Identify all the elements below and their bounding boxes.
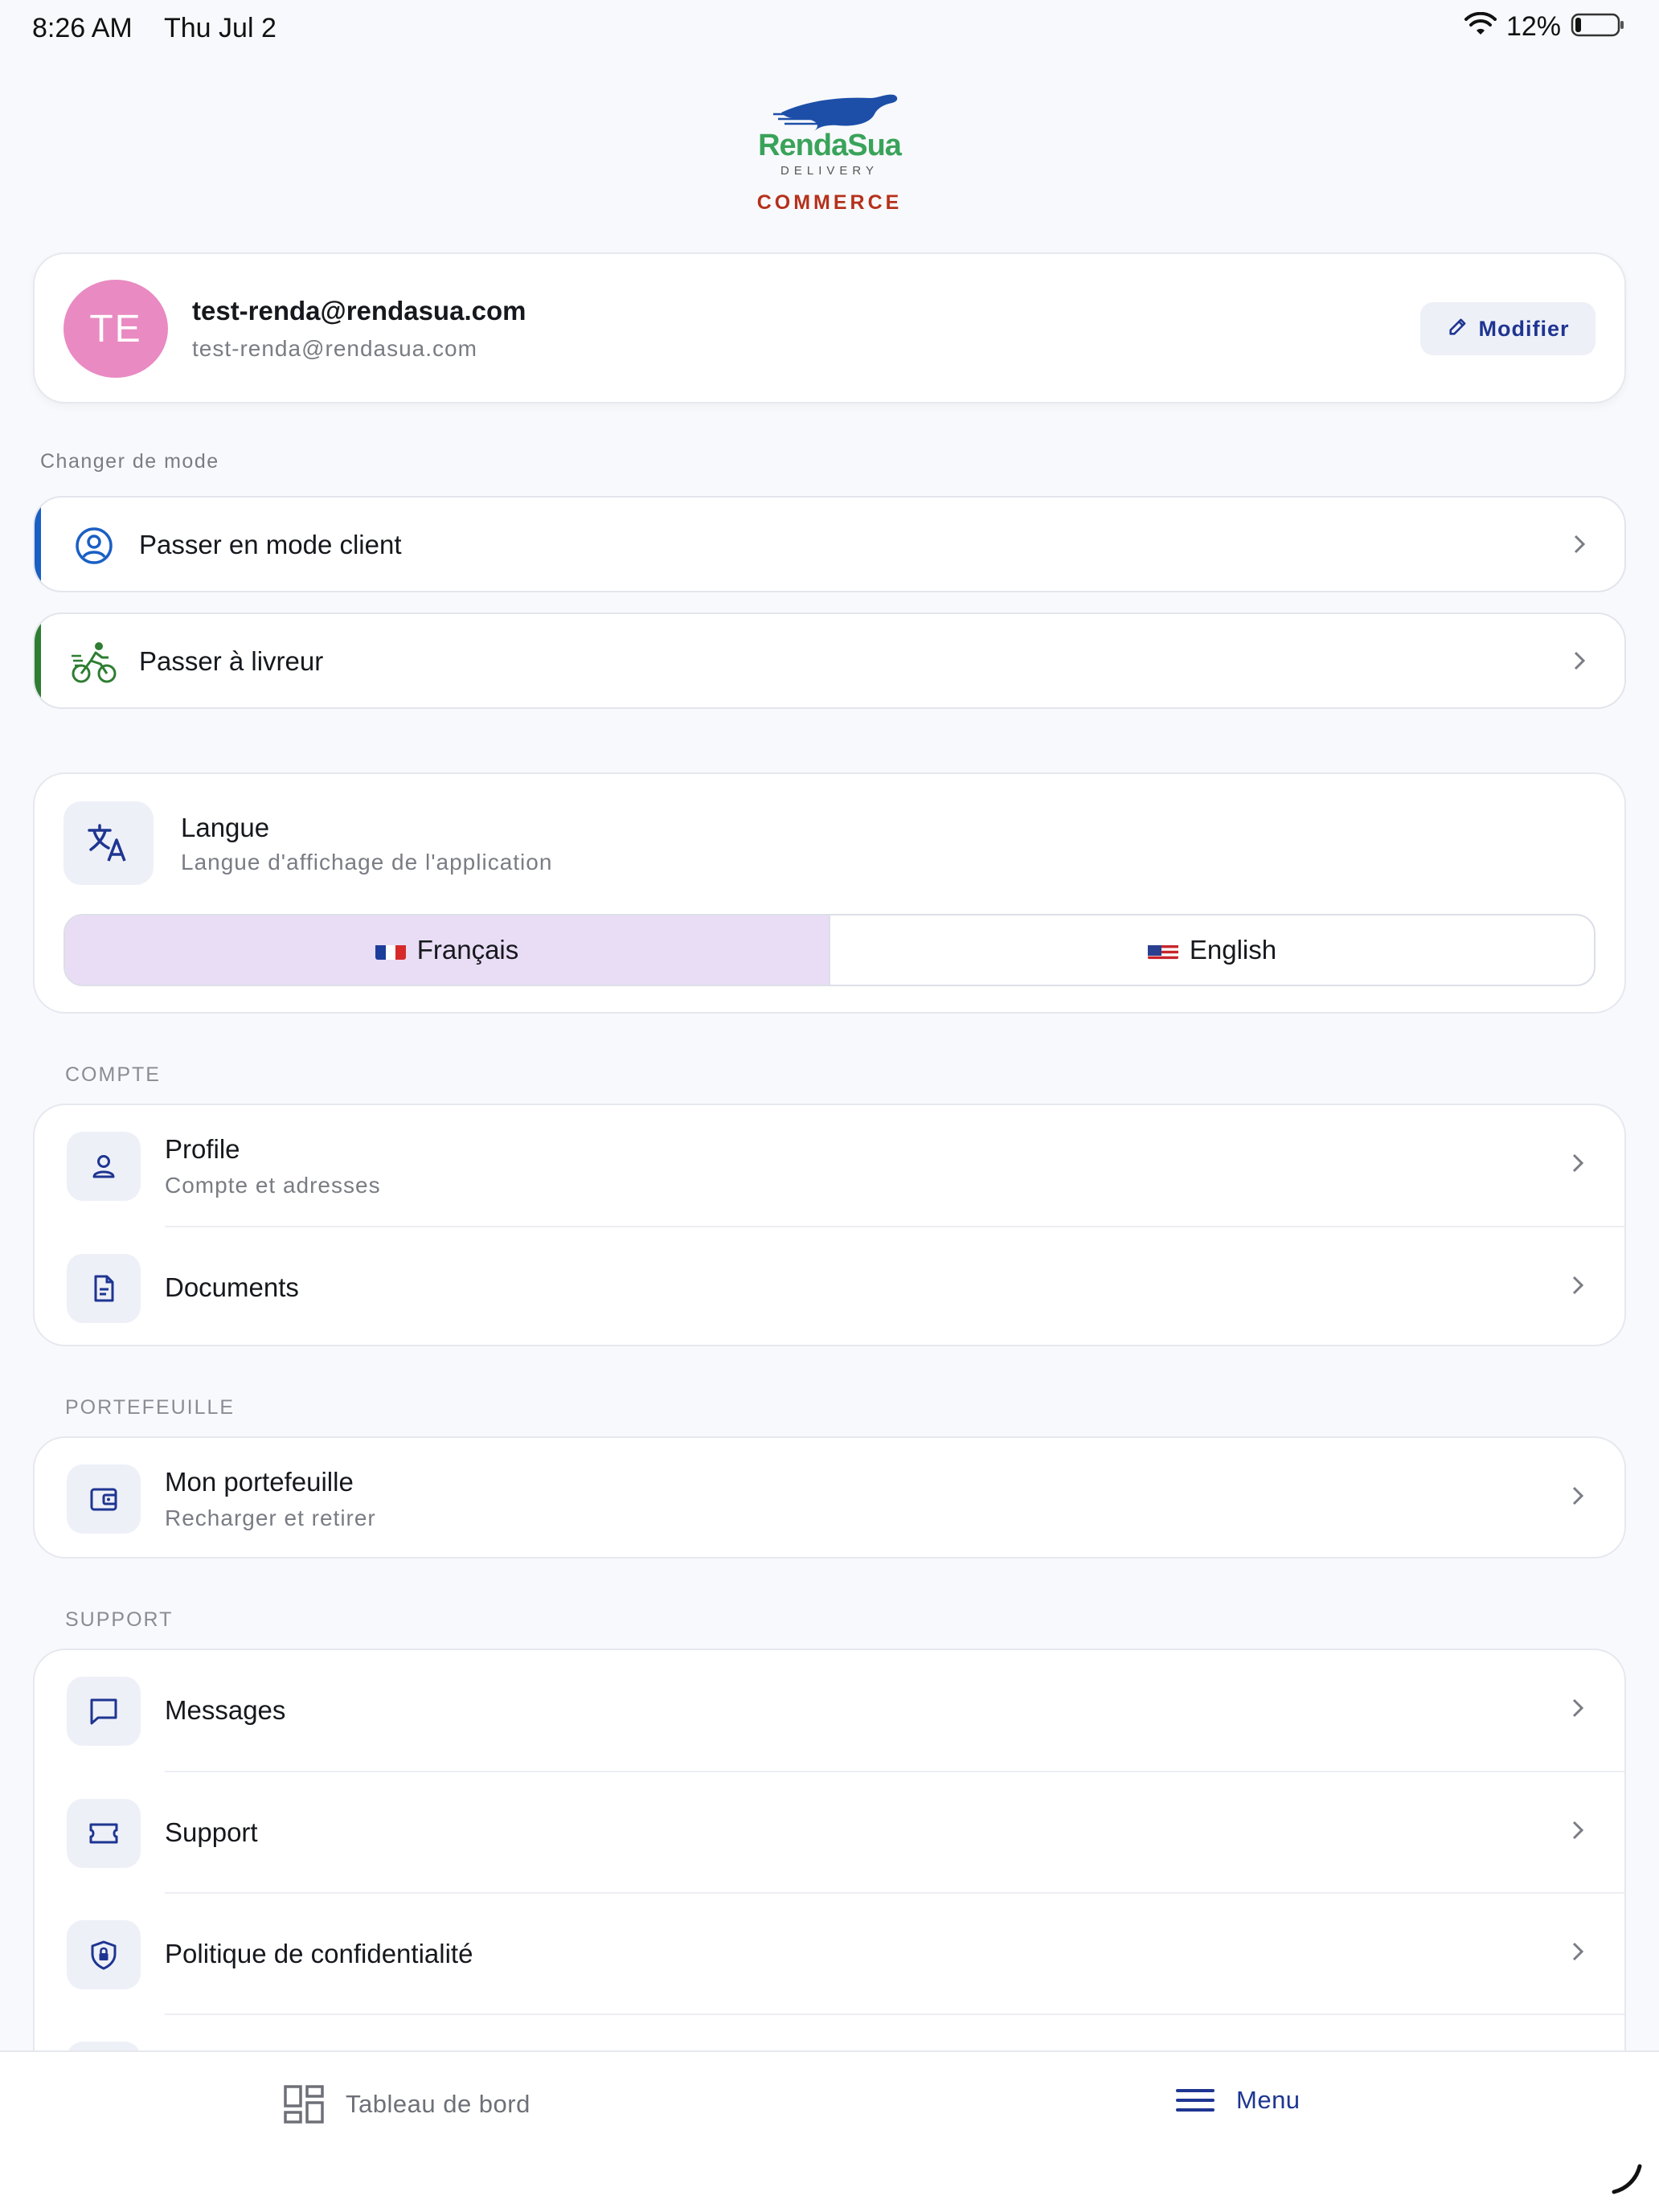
wallet-row-title: Mon portefeuille [165,1467,354,1497]
chevron-right-icon [1568,1150,1587,1180]
wallet-section-label: PORTEFEUILLE [65,1396,236,1419]
home-indicator-icon [1609,2161,1645,2201]
pencil-icon [1447,315,1469,343]
status-date: Thu Jul 2 [164,13,276,43]
person-icon [67,1132,141,1201]
status-indicators: 12% [1464,11,1625,43]
chat-icon [67,1677,141,1746]
switch-client-mode-row[interactable]: Passer en mode client [33,496,1626,592]
support-section-label: SUPPORT [65,1608,174,1631]
account-section-label: COMPTE [65,1063,161,1086]
wallet-card: Mon portefeuille Recharger et retirer [33,1436,1626,1559]
dashboard-icon [283,2084,325,2124]
shield-lock-icon [67,1920,141,1989]
client-mode-label: Passer en mode client [139,530,402,559]
status-time: 8:26 AM [32,13,133,43]
chevron-right-icon [1570,648,1589,678]
language-title: Langue [181,813,270,842]
profile-row[interactable]: Profile Compte et adresses [35,1105,1624,1226]
status-bar: 8:26 AM Thu Jul 2 12% [0,0,1659,59]
wallet-row[interactable]: Mon portefeuille Recharger et retirer [35,1438,1624,1557]
support-row-title: Support [165,1817,258,1847]
language-option-french[interactable]: Français [65,916,830,985]
bottom-navigation: Tableau de bord Menu [0,2050,1659,2212]
language-subtitle: Langue d'affichage de l'application [181,850,553,875]
privacy-policy-row-title: Politique de confidentialité [165,1939,473,1968]
battery-percent: 12% [1505,11,1561,42]
chevron-right-icon [1568,1939,1587,1968]
driver-mode-label: Passer à livreur [139,646,324,676]
chevron-right-icon [1570,531,1589,561]
cyclist-icon [70,638,118,686]
ticket-icon [67,1799,141,1868]
edit-profile-button[interactable]: Modifier [1420,302,1596,355]
driver-accent-bar [35,614,41,707]
france-flag-icon [375,940,406,960]
brand-logo: RendaSua DELIVERY COMMERCE [749,90,910,219]
profile-email: test-renda@rendasua.com [192,336,477,361]
translate-icon [63,801,154,885]
menu-label: Menu [1236,2086,1301,2114]
divider [165,1557,1624,1559]
brand-subtitle: DELIVERY [780,164,879,178]
privacy-policy-row[interactable]: Politique de confidentialité [35,1894,1624,2014]
support-row[interactable]: Support [35,1772,1624,1893]
wallet-icon [67,1464,141,1534]
account-card: Profile Compte et adresses Documents [33,1104,1626,1346]
profile-name: test-renda@rendasua.com [192,296,526,326]
client-accent-bar [35,498,41,591]
profile-row-subtitle: Compte et adresses [165,1173,381,1198]
edit-label: Modifier [1478,316,1570,341]
documents-row-title: Documents [165,1272,299,1302]
wifi-icon [1464,11,1497,42]
chevron-right-icon [1568,1695,1587,1725]
messages-row[interactable]: Messages [35,1650,1624,1771]
avatar: TE [63,280,168,378]
chevron-right-icon [1568,1483,1587,1513]
chevron-right-icon [1568,1817,1587,1847]
language-option-english[interactable]: English [830,916,1594,985]
documents-row[interactable]: Documents [35,1227,1624,1345]
messages-row-title: Messages [165,1695,286,1725]
language-selector: Français English [63,914,1596,986]
french-label: Français [416,935,519,965]
nav-menu[interactable]: Menu [1175,2084,1301,2116]
us-flag-icon [1147,940,1178,960]
language-card: Langue Langue d'affichage de l'applicati… [33,772,1626,1014]
hamburger-icon [1175,2084,1215,2116]
switch-driver-mode-row[interactable]: Passer à livreur [33,612,1626,709]
brand-tagline: COMMERCE [756,191,903,214]
wallet-row-subtitle: Recharger et retirer [165,1505,376,1530]
profile-row-title: Profile [165,1134,240,1164]
chevron-right-icon [1568,1272,1587,1302]
mode-section-label: Changer de mode [40,450,219,473]
user-circle-icon [70,522,118,570]
battery-icon [1571,12,1625,42]
support-card: Messages Support Politique de confidenti… [33,1649,1626,2067]
dashboard-label: Tableau de bord [346,2090,530,2118]
nav-dashboard[interactable]: Tableau de bord [283,2084,530,2124]
english-label: English [1189,935,1277,965]
brand-name: RendaSua [758,129,902,162]
profile-card: TE test-renda@rendasua.com test-renda@re… [33,252,1626,403]
document-icon [67,1254,141,1323]
